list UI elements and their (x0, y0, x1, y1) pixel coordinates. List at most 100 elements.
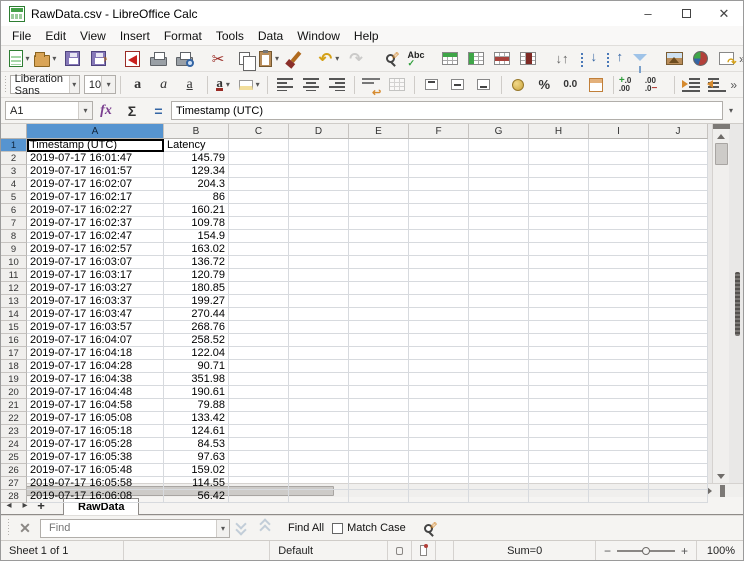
cell-J23[interactable] (649, 425, 708, 438)
cell-C1[interactable] (229, 139, 289, 152)
cut-button[interactable]: ✂ (206, 47, 230, 71)
cell-G19[interactable] (469, 373, 529, 386)
cell-D25[interactable] (289, 451, 349, 464)
align-top-button[interactable] (420, 73, 444, 97)
cell-I21[interactable] (589, 399, 649, 412)
cell-H11[interactable] (529, 269, 589, 282)
open-dropdown-arrow[interactable]: ▾ (51, 54, 58, 63)
cell-J21[interactable] (649, 399, 708, 412)
cell-E21[interactable] (349, 399, 409, 412)
toolbar-grip[interactable] (6, 519, 11, 537)
print-preview-button[interactable] (172, 47, 196, 71)
cell-E13[interactable] (349, 295, 409, 308)
row-header-10[interactable]: 10 (1, 256, 27, 269)
row-header-8[interactable]: 8 (1, 230, 27, 243)
cell-F18[interactable] (409, 360, 469, 373)
cell-F15[interactable] (409, 321, 469, 334)
cell-E12[interactable] (349, 282, 409, 295)
cell-E3[interactable] (349, 165, 409, 178)
cell-C20[interactable] (229, 386, 289, 399)
cell-A21[interactable]: 2019-07-17 16:04:58 (27, 399, 164, 412)
cell-E18[interactable] (349, 360, 409, 373)
cell-G14[interactable] (469, 308, 529, 321)
cell-A28[interactable]: 2019-07-17 16:06:08 (27, 490, 164, 503)
format-number-button[interactable]: 0.0 (558, 73, 582, 97)
cell-I1[interactable] (589, 139, 649, 152)
cell-H4[interactable] (529, 178, 589, 191)
cell-H19[interactable] (529, 373, 589, 386)
name-box[interactable]: A1▾ (5, 101, 93, 120)
cell-B2[interactable]: 145.79 (164, 152, 229, 165)
sort-button[interactable]: ↓↑ (550, 47, 574, 71)
cell-C17[interactable] (229, 347, 289, 360)
cell-A12[interactable]: 2019-07-17 16:03:27 (27, 282, 164, 295)
cell-J9[interactable] (649, 243, 708, 256)
cell-A4[interactable]: 2019-07-17 16:02:07 (27, 178, 164, 191)
cell-G26[interactable] (469, 464, 529, 477)
cell-G18[interactable] (469, 360, 529, 373)
cell-G16[interactable] (469, 334, 529, 347)
cell-E10[interactable] (349, 256, 409, 269)
row-header-17[interactable]: 17 (1, 347, 27, 360)
cell-I16[interactable] (589, 334, 649, 347)
cell-G3[interactable] (469, 165, 529, 178)
cell-B27[interactable]: 114.55 (164, 477, 229, 490)
cell-C21[interactable] (229, 399, 289, 412)
cell-F23[interactable] (409, 425, 469, 438)
cell-D19[interactable] (289, 373, 349, 386)
cell-F6[interactable] (409, 204, 469, 217)
cell-I6[interactable] (589, 204, 649, 217)
cell-G22[interactable] (469, 412, 529, 425)
cell-G12[interactable] (469, 282, 529, 295)
cell-A26[interactable]: 2019-07-17 16:05:48 (27, 464, 164, 477)
row-header-1[interactable]: 1 (1, 139, 27, 152)
cell-I11[interactable] (589, 269, 649, 282)
cell-B23[interactable]: 124.61 (164, 425, 229, 438)
cell-F8[interactable] (409, 230, 469, 243)
cell-G2[interactable] (469, 152, 529, 165)
font-color-button[interactable]: a▾ (212, 73, 236, 97)
cell-A16[interactable]: 2019-07-17 16:04:07 (27, 334, 164, 347)
italic-button[interactable]: a (152, 73, 176, 97)
cell-B17[interactable]: 122.04 (164, 347, 229, 360)
find-next-button[interactable] (233, 520, 251, 536)
column-header-I[interactable]: I (589, 124, 649, 139)
cell-F3[interactable] (409, 165, 469, 178)
cell-I3[interactable] (589, 165, 649, 178)
cell-D27[interactable] (289, 477, 349, 490)
cell-E11[interactable] (349, 269, 409, 282)
cell-E24[interactable] (349, 438, 409, 451)
cell-B19[interactable]: 351.98 (164, 373, 229, 386)
cell-H24[interactable] (529, 438, 589, 451)
cell-D16[interactable] (289, 334, 349, 347)
cell-F9[interactable] (409, 243, 469, 256)
maximize-button[interactable] (667, 1, 705, 26)
column-header-G[interactable]: G (469, 124, 529, 139)
cell-J22[interactable] (649, 412, 708, 425)
cell-E26[interactable] (349, 464, 409, 477)
row-header-19[interactable]: 19 (1, 373, 27, 386)
expand-formula-bar-button[interactable]: ▾ (723, 106, 739, 115)
row-header-15[interactable]: 15 (1, 321, 27, 334)
cell-B5[interactable]: 86 (164, 191, 229, 204)
zoom-percent-status[interactable]: 100% (697, 541, 743, 560)
cell-H25[interactable] (529, 451, 589, 464)
zoom-in-button[interactable]: + (681, 544, 688, 558)
cell-A13[interactable]: 2019-07-17 16:03:37 (27, 295, 164, 308)
find-input-combo[interactable]: ▾ (40, 519, 230, 538)
cell-J4[interactable] (649, 178, 708, 191)
font-color-dropdown-arrow[interactable]: ▾ (224, 80, 232, 89)
cell-D26[interactable] (289, 464, 349, 477)
cell-F16[interactable] (409, 334, 469, 347)
cell-G28[interactable] (469, 490, 529, 503)
cell-C10[interactable] (229, 256, 289, 269)
scroll-up-button[interactable] (713, 129, 730, 143)
decrease-indent-button[interactable] (705, 73, 729, 97)
cell-C24[interactable] (229, 438, 289, 451)
cell-G1[interactable] (469, 139, 529, 152)
cell-B14[interactable]: 270.44 (164, 308, 229, 321)
cell-A24[interactable]: 2019-07-17 16:05:28 (27, 438, 164, 451)
select-all-corner[interactable] (1, 124, 27, 139)
cell-E25[interactable] (349, 451, 409, 464)
save-as-button[interactable]: ✎ (86, 47, 110, 71)
